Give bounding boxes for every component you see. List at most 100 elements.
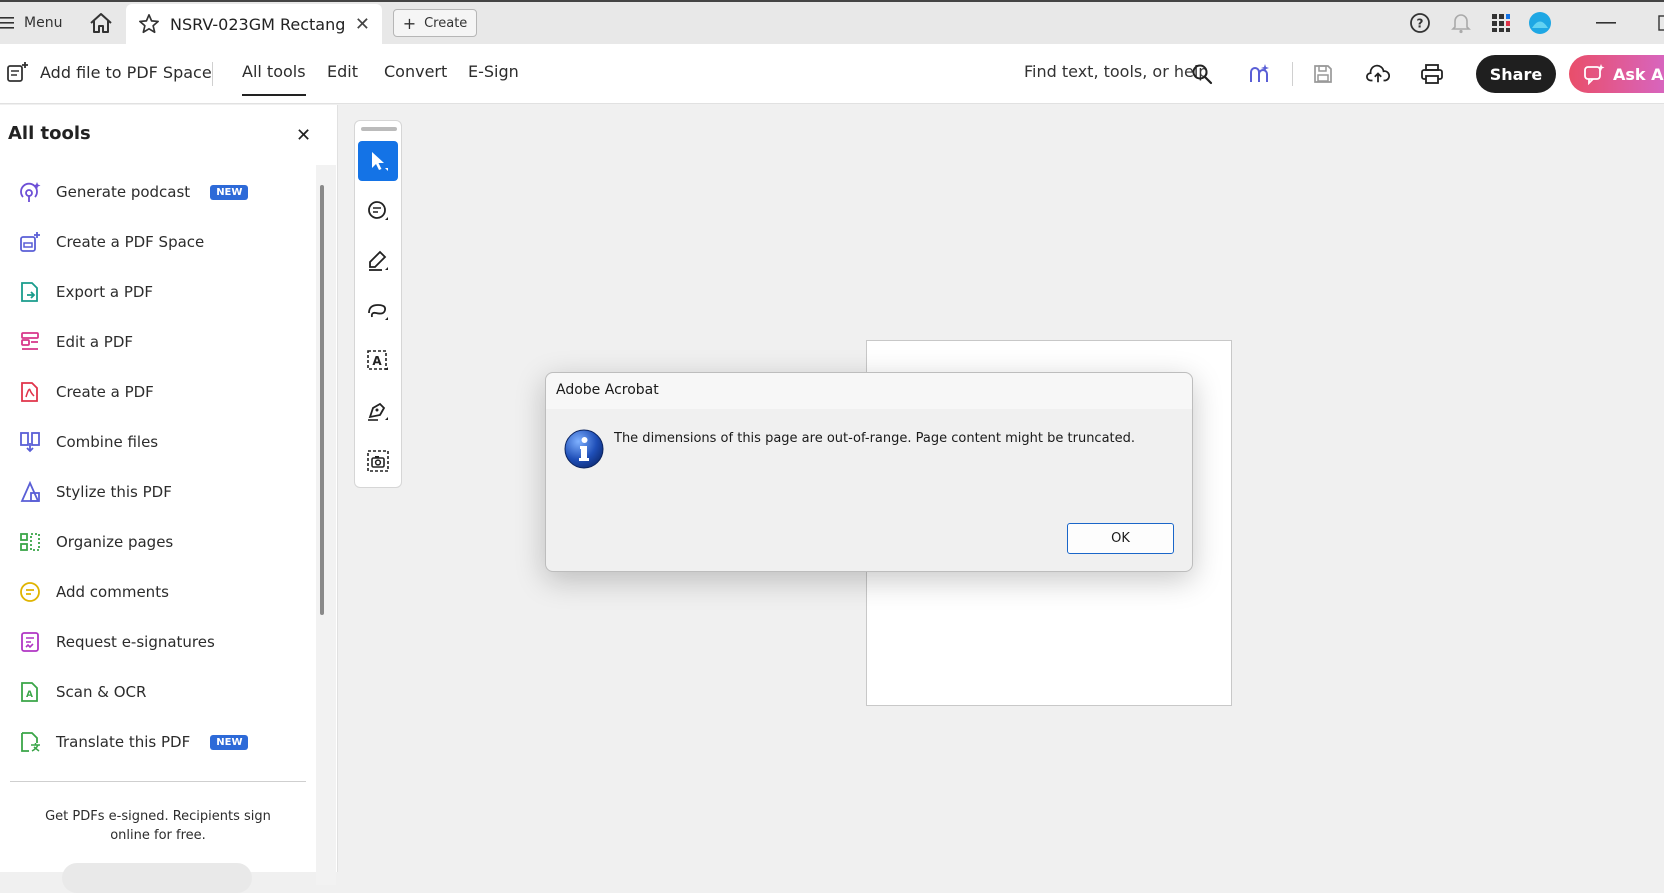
ask-ai-label: Ask AI (1613, 64, 1664, 84)
panel-scroll-track[interactable] (316, 165, 336, 885)
e-signature-icon (18, 630, 42, 654)
drag-handle[interactable] (361, 127, 397, 131)
scan-ocr-icon: A (18, 680, 42, 704)
create-button[interactable]: + Create (393, 9, 477, 37)
tool-label: Translate this PDF (56, 733, 191, 751)
alert-dialog: Adobe Acrobat The dimensions of this pag… (545, 372, 1193, 572)
panel-scrollbar[interactable] (320, 185, 324, 615)
promo-action-button[interactable] (62, 863, 252, 893)
cloud-upload-icon[interactable] (1366, 62, 1390, 86)
tab-all-tools[interactable]: All tools (242, 62, 306, 96)
quick-tools-bar: A (354, 120, 402, 488)
tool-label: Organize pages (56, 533, 174, 551)
tool-label: Add comments (56, 583, 169, 601)
ai-assistant-icon[interactable] (1247, 62, 1271, 86)
help-icon[interactable]: ? (1408, 11, 1432, 35)
tool-organize-pages[interactable]: Organize pages (18, 517, 318, 567)
save-icon[interactable] (1311, 62, 1335, 86)
add-file-button[interactable]: Add file to PDF Space (6, 60, 212, 84)
tool-create-pdf[interactable]: Create a PDF (18, 367, 318, 417)
avatar[interactable] (1528, 11, 1552, 35)
search-label[interactable]: Find text, tools, or help (1024, 62, 1208, 81)
tool-add-comments[interactable]: Add comments (18, 567, 318, 617)
toolbar-separator (212, 62, 213, 86)
organize-pages-icon (18, 530, 42, 554)
info-icon (564, 429, 604, 469)
comment-icon (368, 201, 388, 220)
tool-label: Scan & OCR (56, 683, 147, 701)
create-label: Create (424, 15, 468, 31)
text-box-tool[interactable]: A (358, 341, 398, 381)
panel-divider (10, 781, 306, 782)
pdf-space-icon (18, 230, 42, 254)
hamburger-icon (0, 17, 14, 29)
star-icon[interactable] (138, 13, 160, 35)
menu-button[interactable]: Menu (0, 12, 62, 34)
camera-snapshot-icon (367, 450, 389, 472)
select-tool[interactable] (358, 141, 398, 181)
tool-label: Combine files (56, 433, 159, 451)
share-button[interactable]: Share (1476, 55, 1556, 93)
tool-combine-files[interactable]: Combine files (18, 417, 318, 467)
all-tools-panel: All tools ✕ Generate podcast NEW Create … (0, 105, 338, 893)
highlighter-icon (369, 250, 388, 271)
maximize-icon[interactable] (1652, 11, 1664, 35)
home-button[interactable] (86, 10, 116, 36)
pdf-space-add-icon (7, 62, 28, 82)
tool-translate-pdf[interactable]: Translate this PDF NEW (18, 717, 318, 767)
export-pdf-icon (18, 280, 42, 304)
minimize-icon[interactable] (1594, 11, 1618, 35)
ai-chat-icon (1584, 64, 1605, 85)
e-sign-promo-text: Get PDFs e-signed. Recipients sign onlin… (45, 809, 271, 843)
tab-edit[interactable]: Edit (327, 62, 358, 81)
main-toolbar: Add file to PDF Space All tools Edit Con… (0, 44, 1664, 104)
comment-icon (18, 580, 42, 604)
tool-label: Generate podcast (56, 183, 191, 201)
ok-button[interactable]: OK (1067, 523, 1174, 554)
stylize-icon (18, 480, 42, 504)
create-pdf-icon (18, 380, 42, 404)
tab-title: NSRV-023GM Rectangul... (170, 14, 345, 34)
tool-stylize-pdf[interactable]: Stylize this PDF (18, 467, 318, 517)
ask-ai-button[interactable]: Ask AI (1569, 55, 1664, 93)
apps-grid-icon[interactable] (1489, 11, 1513, 35)
plus-icon: + (402, 13, 417, 33)
window-top-border (0, 0, 1664, 2)
title-bar: Menu NSRV-023GM Rectangul... ✕ + Create … (0, 0, 1664, 44)
tool-export-pdf[interactable]: Export a PDF (18, 267, 318, 317)
tool-generate-podcast[interactable]: Generate podcast NEW (18, 167, 318, 217)
tool-create-pdf-space[interactable]: Create a PDF Space (18, 217, 318, 267)
pen-sign-icon (368, 402, 388, 421)
svg-text:?: ? (1417, 17, 1424, 31)
tab-e-sign[interactable]: E-Sign (468, 62, 519, 81)
svg-text:A: A (26, 690, 33, 700)
print-icon[interactable] (1420, 62, 1444, 86)
tool-label: Export a PDF (56, 283, 154, 301)
tool-request-e-signatures[interactable]: Request e-signatures (18, 617, 318, 667)
dialog-message: The dimensions of this page are out-of-r… (614, 431, 1136, 446)
snapshot-tool[interactable] (358, 441, 398, 481)
tab-convert[interactable]: Convert (384, 62, 447, 81)
tool-label: Create a PDF (56, 383, 154, 401)
menu-label: Menu (24, 15, 63, 31)
search-icon[interactable] (1190, 62, 1214, 86)
text-box-icon: A (367, 350, 388, 370)
close-panel-icon[interactable]: ✕ (296, 125, 311, 146)
podcast-icon (18, 180, 42, 204)
svg-text:A: A (372, 354, 382, 368)
draw-tool[interactable] (358, 291, 398, 331)
highlight-tool[interactable] (358, 241, 398, 281)
sign-tool[interactable] (358, 391, 398, 431)
comment-tool[interactable] (358, 191, 398, 231)
document-tab[interactable]: NSRV-023GM Rectangul... ✕ (126, 4, 382, 44)
cursor-arrow-icon (372, 152, 388, 171)
tool-label: Stylize this PDF (56, 483, 172, 501)
tool-edit-pdf[interactable]: Edit a PDF (18, 317, 318, 367)
bell-icon[interactable] (1449, 11, 1473, 35)
tool-scan-ocr[interactable]: A Scan & OCR (18, 667, 318, 717)
tool-list: Generate podcast NEW Create a PDF Space … (18, 167, 318, 767)
add-file-label: Add file to PDF Space (40, 62, 212, 82)
home-icon (90, 13, 112, 33)
tab-close-icon[interactable]: ✕ (355, 14, 370, 35)
freehand-draw-icon (368, 304, 388, 320)
